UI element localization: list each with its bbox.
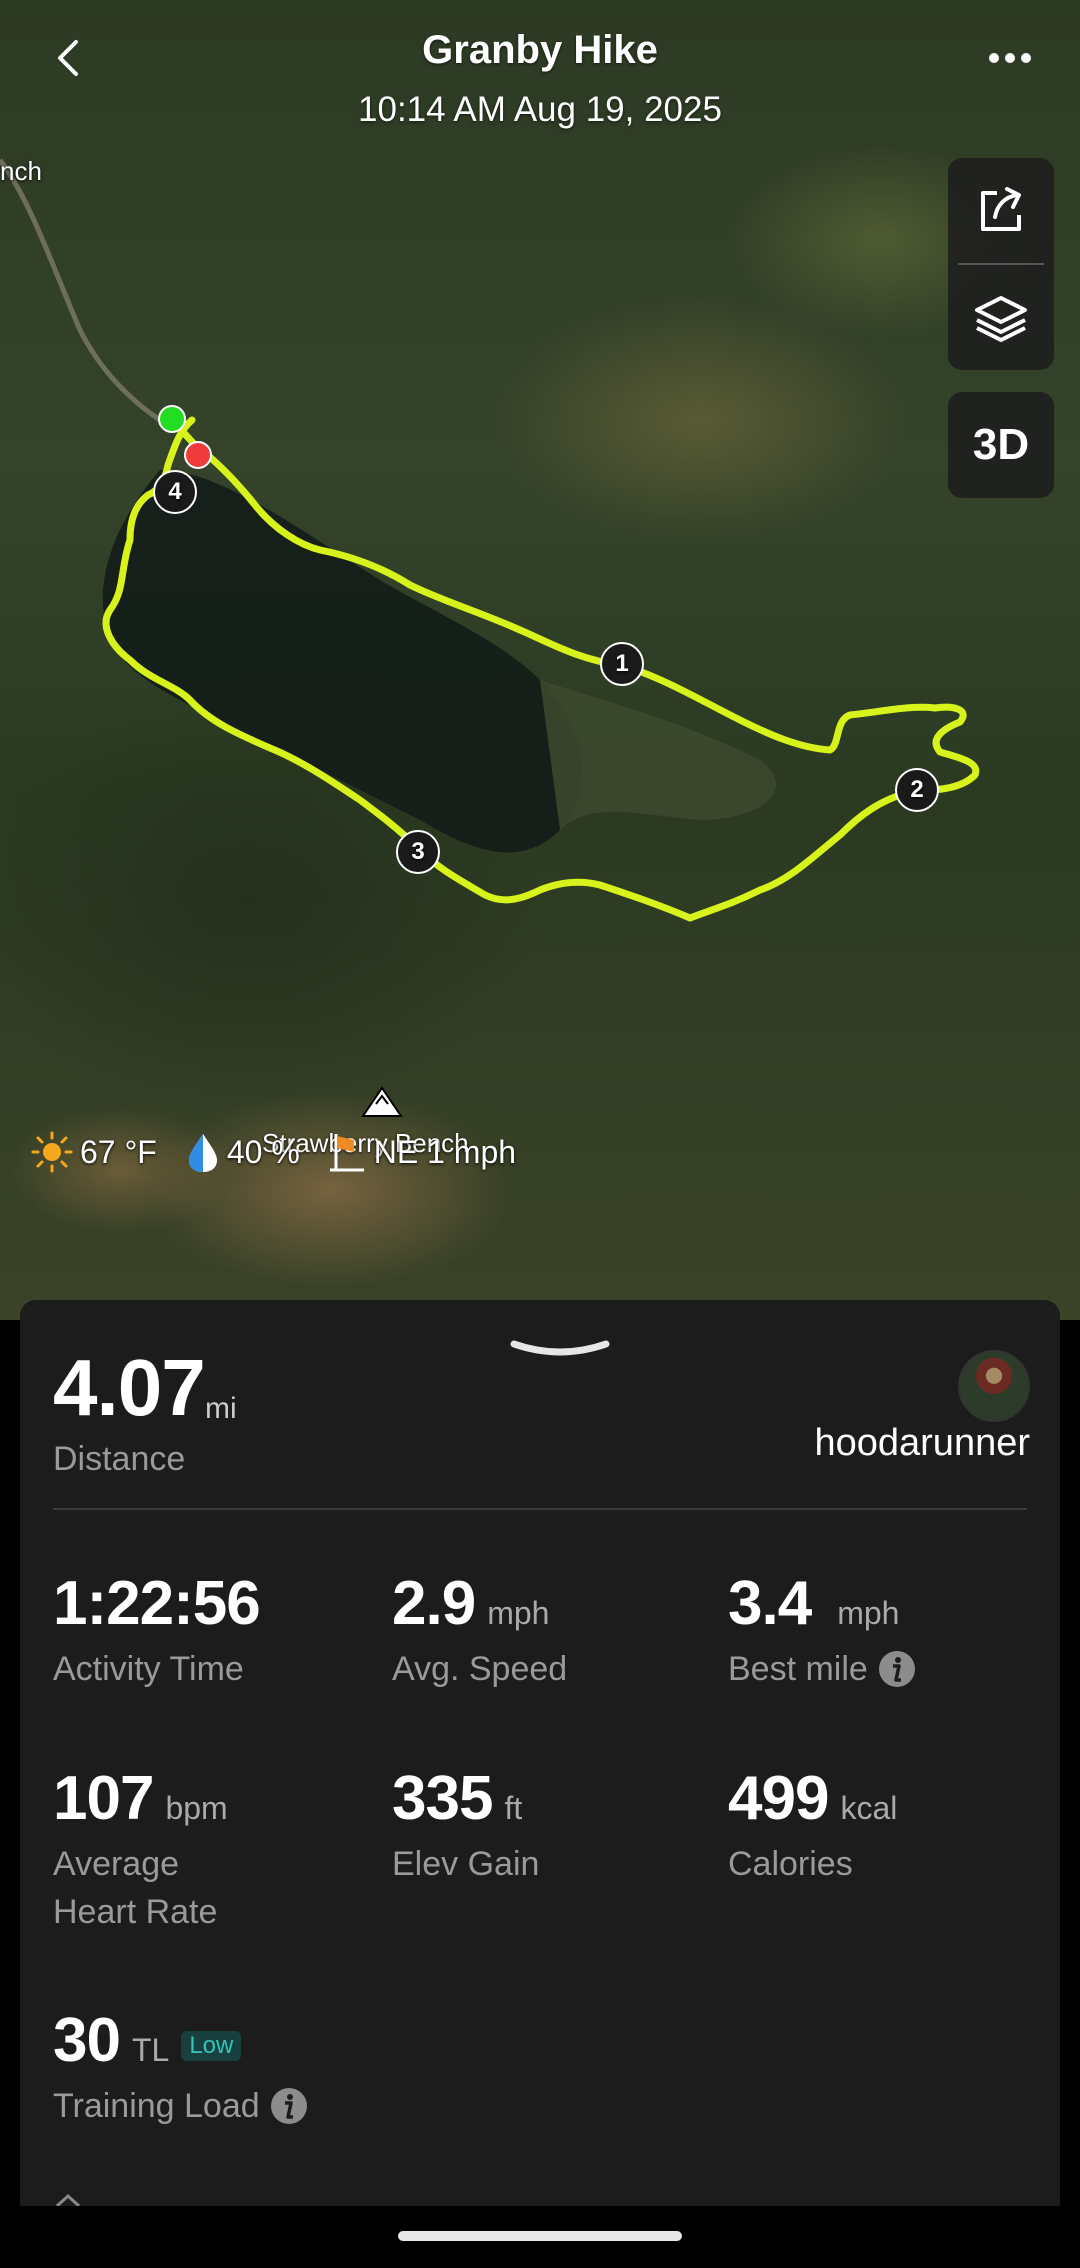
distance-value: 4.07 bbox=[53, 1343, 206, 1432]
next-section-icon bbox=[53, 2192, 83, 2206]
stat-label: Avg. Speed bbox=[392, 1650, 568, 1688]
start-marker bbox=[158, 405, 186, 433]
stat-label-line1: Average bbox=[53, 1845, 180, 1883]
3d-view-label: 3D bbox=[972, 420, 1030, 469]
stat-label: Elev Gain bbox=[392, 1845, 540, 1883]
water-drop-icon bbox=[185, 1130, 221, 1174]
stat-unit: mph bbox=[837, 1595, 900, 1631]
humidity-value: 40 % bbox=[226, 1133, 300, 1170]
activity-datetime: 10:14 AM Aug 19, 2025 bbox=[358, 90, 722, 129]
stat-value: 499 bbox=[728, 1764, 829, 1833]
stat-label-line2: Heart Rate bbox=[53, 1893, 218, 1931]
map-view[interactable]: 4 1 2 3 nch he Strawberry Bench bbox=[0, 0, 1080, 1320]
username[interactable]: hoodarunner bbox=[814, 1422, 1030, 1465]
stat-label-row: Best mile bbox=[728, 1645, 916, 1693]
stat-training-load: 30 TL Low Training Load bbox=[53, 2005, 308, 2130]
weather-humidity: 40 % bbox=[185, 1130, 300, 1174]
mile-marker-label: 4 bbox=[168, 478, 182, 505]
stat-unit: bpm bbox=[165, 1790, 228, 1826]
stat-value: 1:22:56 bbox=[53, 1569, 261, 1638]
stat-label: Activity Time bbox=[53, 1650, 244, 1688]
stat-value: 30 bbox=[53, 2006, 121, 2075]
mile-marker-label: 3 bbox=[411, 838, 425, 865]
stat-label-row: Training Load bbox=[53, 2082, 308, 2130]
distance-unit: mi bbox=[205, 1392, 237, 1425]
activity-summary-sheet[interactable]: 4.07 mi Distance hoodarunner 1:22:56 Act… bbox=[20, 1300, 1060, 2206]
mile-marker-1: 1 bbox=[600, 642, 644, 686]
end-marker bbox=[184, 441, 212, 469]
temperature-value: 67 °F bbox=[80, 1133, 157, 1170]
stat-value: 2.9 bbox=[392, 1569, 476, 1638]
more-icon bbox=[989, 53, 1031, 63]
map-tools-panel bbox=[948, 158, 1054, 370]
weather-wind: NE 1 mph bbox=[328, 1130, 516, 1174]
wind-value: NE 1 mph bbox=[373, 1133, 517, 1170]
wind-flag-icon bbox=[328, 1130, 368, 1174]
stat-unit: ft bbox=[504, 1790, 523, 1826]
sheet-collapse-handle[interactable] bbox=[510, 1338, 610, 1362]
share-icon bbox=[981, 186, 1021, 231]
home-indicator[interactable] bbox=[398, 2231, 682, 2241]
layers-button[interactable] bbox=[948, 265, 1054, 370]
stat-calories: 499 kcal Calories bbox=[728, 1763, 897, 1888]
mile-marker-3: 3 bbox=[396, 830, 440, 874]
mile-marker-4: 4 bbox=[153, 470, 197, 514]
share-button[interactable] bbox=[948, 158, 1054, 263]
stat-label: Calories bbox=[728, 1845, 853, 1883]
stat-value: 335 bbox=[392, 1764, 493, 1833]
training-load-badge: Low bbox=[181, 2031, 242, 2061]
stat-avg-heart-rate: 107 bpm Average Heart Rate bbox=[53, 1763, 228, 1936]
3d-view-button[interactable]: 3D bbox=[948, 392, 1054, 498]
stat-unit: mph bbox=[487, 1595, 550, 1631]
mile-marker-2: 2 bbox=[895, 768, 939, 812]
sun-icon bbox=[30, 1130, 74, 1174]
stat-elev-gain: 335 ft Elev Gain bbox=[392, 1763, 539, 1888]
mile-marker-label: 1 bbox=[615, 650, 629, 677]
stat-value: 107 bbox=[53, 1764, 154, 1833]
avatar[interactable] bbox=[958, 1350, 1030, 1422]
stat-best-mile: 3.4 mph Best mile bbox=[728, 1568, 916, 1693]
stat-unit: TL bbox=[131, 2032, 170, 2068]
mile-marker-label: 2 bbox=[910, 776, 924, 803]
stat-unit: kcal bbox=[840, 1790, 898, 1826]
weather-temperature: 67 °F bbox=[30, 1130, 157, 1174]
weather-bar: 67 °F 40 % NE 1 mph bbox=[30, 1130, 544, 1174]
layers-icon bbox=[975, 295, 1027, 342]
stat-avg-speed: 2.9 mph Avg. Speed bbox=[392, 1568, 567, 1693]
more-options-button[interactable] bbox=[980, 30, 1040, 86]
activity-title: Granby Hike bbox=[422, 28, 658, 72]
stat-label: Training Load bbox=[53, 2087, 260, 2125]
chevron-down-icon bbox=[510, 1340, 610, 1356]
stat-label: Average Heart Rate bbox=[53, 1840, 228, 1936]
stat-value: 3.4 bbox=[728, 1569, 812, 1638]
stat-activity-time: 1:22:56 Activity Time bbox=[53, 1568, 261, 1693]
stat-label: Best mile bbox=[728, 1650, 868, 1688]
lake bbox=[102, 470, 582, 853]
distance-label: Distance bbox=[53, 1440, 186, 1478]
mountain-icon bbox=[361, 1086, 403, 1117]
info-icon[interactable] bbox=[878, 1650, 916, 1688]
info-icon[interactable] bbox=[270, 2087, 308, 2125]
map-label-top-left: nch bbox=[0, 156, 42, 186]
summary-divider bbox=[53, 1508, 1027, 1510]
